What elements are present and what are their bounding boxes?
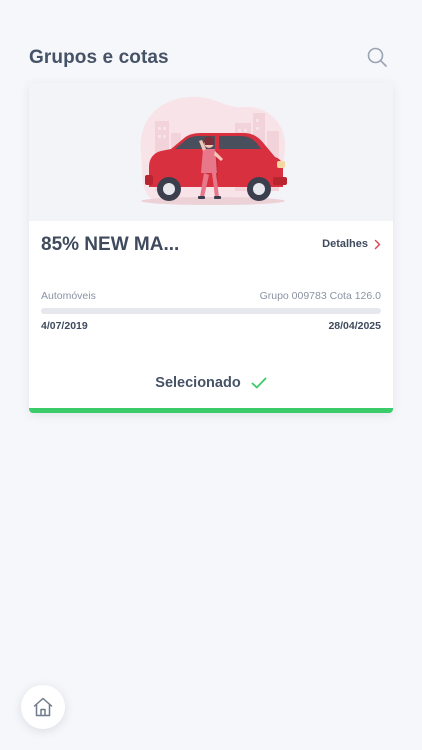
quota-progress-bar — [41, 308, 381, 314]
screen: Grupos e cotas 85% NEW MA... Detalhes Au… — [0, 0, 422, 750]
search-button[interactable] — [365, 45, 389, 69]
check-icon — [251, 377, 267, 389]
selected-label: Selecionado — [155, 375, 241, 391]
woman-car-illustration — [140, 96, 287, 205]
selected-indicator-bar — [29, 408, 393, 413]
page-title: Grupos e cotas — [29, 47, 169, 68]
quota-card[interactable]: 85% NEW MA... Detalhes Automóveis Grupo … — [29, 83, 393, 413]
home-button[interactable] — [21, 685, 65, 729]
search-icon — [367, 47, 387, 67]
details-link[interactable]: Detalhes — [322, 238, 381, 250]
quota-category: Automóveis — [41, 290, 96, 302]
quota-name: 85% NEW MA... — [41, 234, 180, 255]
card-illustration-area — [29, 83, 393, 221]
selected-button[interactable]: Selecionado — [29, 375, 393, 391]
chevron-right-icon — [374, 239, 381, 249]
home-icon — [33, 697, 53, 717]
details-label: Detalhes — [322, 238, 368, 250]
start-date: 4/07/2019 — [41, 320, 88, 332]
group-quota-number: Grupo 009783 Cota 126.0 — [259, 290, 381, 302]
end-date: 28/04/2025 — [328, 320, 381, 332]
